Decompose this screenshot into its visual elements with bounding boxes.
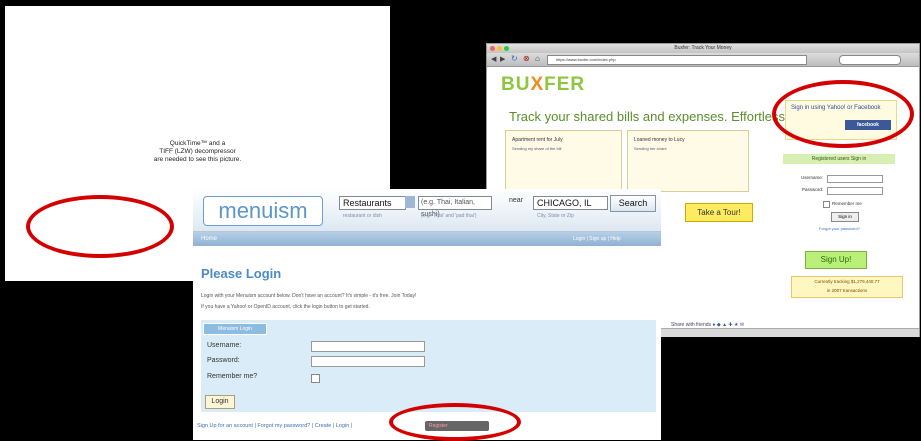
zoom-icon[interactable] <box>504 46 509 51</box>
menuism-navbar: Home Login | Sign up | Help <box>193 232 661 246</box>
buxfer-titlebar: Buxfer: Track Your Money <box>487 44 919 53</box>
username-label: Username: <box>207 342 242 349</box>
home-icon[interactable]: ⌂ <box>535 54 540 63</box>
highlight-ellipse <box>26 195 174 258</box>
username-input[interactable] <box>827 175 883 183</box>
back-icon[interactable]: ◀ <box>491 55 496 63</box>
signin-button[interactable]: Sign in <box>831 212 859 222</box>
feature-box-loan: Loaned money to Lucy Sending her share <box>627 130 749 192</box>
feature-title: Loaned money to Lucy <box>634 137 685 143</box>
remember-label: Remember me? <box>207 373 258 380</box>
logo-text-2: FER <box>544 74 586 95</box>
page-title: Please Login <box>201 266 282 281</box>
highlight-ellipse <box>389 403 521 441</box>
highlight-ellipse <box>772 80 914 148</box>
address-bar[interactable]: https://www.buxfer.com/index.php <box>547 55 807 65</box>
forgot-password-link[interactable]: Forgot your password? <box>819 226 860 231</box>
remember-label: Remember me <box>832 201 862 206</box>
feature-title: Apartment rent for July <box>512 137 563 143</box>
remember-checkbox[interactable] <box>823 201 830 208</box>
buxfer-window-title: Buxfer: Track Your Money <box>674 45 732 51</box>
buxfer-tagline: Track your shared bills and expenses. Ef… <box>509 109 798 124</box>
forward-icon[interactable]: ▶ <box>500 55 505 63</box>
quicktime-line-2: TIFF (LZW) decompressor <box>159 148 236 155</box>
near-label: near <box>509 197 524 204</box>
logo-x: X <box>530 74 545 95</box>
tracking-count: in 2007 transactions <box>826 288 868 293</box>
login-button[interactable]: Login <box>205 395 235 409</box>
signup-button[interactable]: Sign Up! <box>805 251 867 269</box>
buxfer-logo: BUXFER <box>501 74 585 96</box>
password-input[interactable] <box>311 356 425 367</box>
browser-search-input[interactable] <box>839 55 901 65</box>
username-input[interactable] <box>311 341 425 352</box>
minimize-icon[interactable] <box>497 46 502 51</box>
registered-users-bar: Registered users Sign in <box>783 154 895 164</box>
tracking-amount: Currently tracking $1,279,440.77 <box>814 279 880 284</box>
city-input[interactable]: CHICAGO, IL <box>533 196 608 210</box>
search-button[interactable]: Search <box>610 195 656 212</box>
quicktime-line-1: QuickTime™ and a <box>169 140 226 147</box>
take-tour-button[interactable]: Take a Tour! <box>685 203 753 222</box>
menuism-window: menuism Restaurants (e.g. Thai, Italian,… <box>193 189 661 440</box>
nav-home-link[interactable]: Home <box>201 236 217 242</box>
menuism-header: menuism Restaurants (e.g. Thai, Italian,… <box>193 189 661 232</box>
quicktime-message: QuickTime™ and a TIFF (LZW) decompressor… <box>5 140 390 164</box>
password-label: Password: <box>801 187 823 192</box>
tab-menuism-login[interactable]: Menuism Login <box>203 323 267 335</box>
menuism-logo[interactable]: menuism <box>203 196 323 226</box>
category-select[interactable]: Restaurants <box>339 196 406 210</box>
tracking-stats: Currently tracking $1,279,440.77 in 2007… <box>791 276 903 298</box>
login-openid-note: If you have a Yahoo! or OpenID account, … <box>201 304 370 310</box>
login-form <box>201 320 656 412</box>
feature-box-rent: Apartment rent for July Sending my share… <box>505 130 622 192</box>
password-input[interactable] <box>827 187 883 195</box>
buxfer-toolbar: ◀ ▶ ↻ ⊗ ⌂ https://www.buxfer.com/index.p… <box>487 53 919 67</box>
hint-city: City, State or Zip <box>537 213 574 219</box>
nav-account-links[interactable]: Login | Sign up | Help <box>573 236 621 242</box>
search-input[interactable]: (e.g. Thai, Italian, sushi) <box>418 196 492 218</box>
login-intro: Login with your Menuism account below. D… <box>201 293 417 299</box>
feature-text: Sending her share <box>634 146 667 151</box>
logo-text-1: BU <box>501 74 531 95</box>
footer-links[interactable]: Sign Up for an account | Forgot my passw… <box>197 423 352 429</box>
username-label: Username: <box>800 175 823 180</box>
password-label: Password: <box>207 357 240 364</box>
hint-category: restaurant or dish <box>343 213 382 219</box>
quicktime-line-3: are needed to see this picture. <box>153 156 242 163</box>
feature-text: Sending my share of the bill <box>512 146 562 151</box>
remember-checkbox[interactable] <box>311 374 320 383</box>
close-icon[interactable] <box>490 46 495 51</box>
chevron-down-icon[interactable] <box>405 196 415 208</box>
reload-icon[interactable]: ↻ <box>511 54 518 63</box>
hint-query: (e.g. 'Thai' and 'pad thai') <box>421 213 477 219</box>
stop-icon[interactable]: ⊗ <box>523 54 530 63</box>
